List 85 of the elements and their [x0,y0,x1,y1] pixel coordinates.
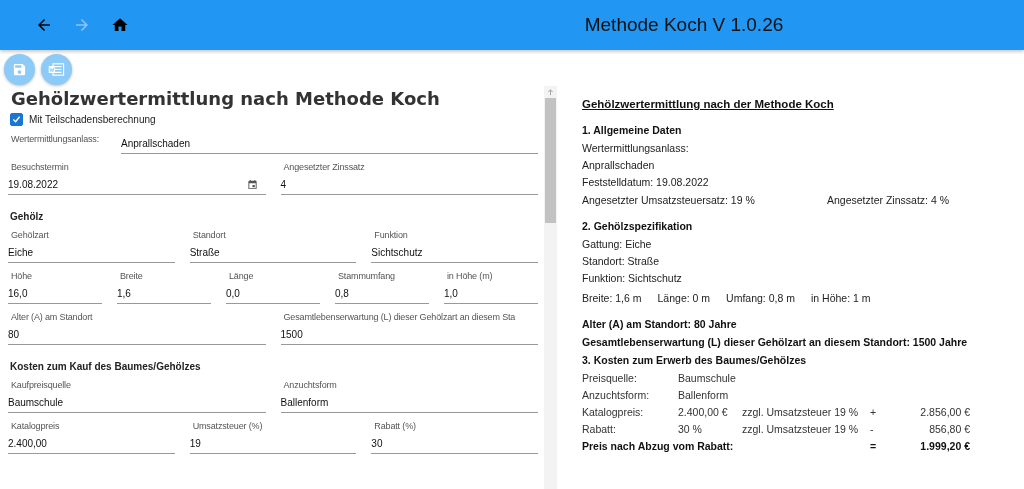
text-field[interactable]: 30 [371,434,538,454]
field-label: Umsatzsteuer (%) [192,421,263,431]
report-cell-text: 2.856,00 € [919,406,970,418]
report-cell-text: zzgl. Umsatzsteuer 19 % [742,423,860,435]
report-title: Gehölzwertermittlung nach der Methode Koch [582,98,835,110]
report-text: Alter (A) am Standort: 80 Jahre [582,318,738,330]
up-arrow-icon[interactable] [547,89,554,96]
field-label: Kaufpreisquelle [11,380,71,390]
field-label: Anzuchtsform [283,380,337,390]
calendar-icon[interactable] [246,179,258,190]
field-label: Stammumfang [338,271,395,281]
report-cell-text: Preis nach Abzug vom Rabatt: [582,440,735,452]
field-label: Breite [120,271,143,281]
field-label: Besuchstermin [11,162,69,172]
field-label: Katalogpreis [11,421,60,431]
report-text: Breite: 1,6 m [582,292,642,304]
report-cell-text: 30 % [678,423,703,435]
report-cell-text: Ballenform [678,389,730,401]
text-field[interactable]: Baumschule [8,393,266,413]
text-field[interactable]: 19 [189,434,357,454]
text-field[interactable]: 1500 [280,325,538,345]
field-label: Wertermittlungsanlass: [11,134,100,144]
report-cell-text: Anzuchtsform: [582,389,651,401]
text-field[interactable]: Eiche [8,243,175,263]
checkbox-label: Mit Teilschadensberechnung [29,114,156,125]
field-label: Alter (A) am Standort [11,312,93,322]
report-heading: 3. Kosten zum Erwerb des Baumes/Gehölzes [582,354,808,366]
export-button[interactable] [41,54,72,85]
report-text: Standort: Straße [582,255,661,267]
field-label: Rabatt (%) [374,421,416,431]
text-field[interactable]: 4 [280,175,538,195]
field-label: Standort [192,230,226,240]
field-label: Funktion [374,230,408,240]
text-field[interactable]: Straße [189,243,357,263]
report-text: Feststelldatum: 19.08.2022 [582,176,710,188]
report-text: in Höhe: 1 m [810,292,871,304]
report-cell-text: Preisquelle: [582,372,638,384]
text-field[interactable]: 1,0 [444,284,538,304]
report-text: Funktion: Sichtschutz [582,272,683,284]
checkbox[interactable] [10,113,23,126]
report-cell-text: Baumschule [678,372,737,384]
report-cell-text: 856,80 € [928,423,970,435]
report-text: Anprallschaden [582,159,656,171]
text-field[interactable]: 16,0 [8,284,102,304]
text-field[interactable]: 1,6 [117,284,211,304]
report-cell-text: 1.999,20 € [919,440,970,452]
document-icon [48,62,65,77]
scrollbar[interactable] [544,86,557,489]
field-label: Länge [229,271,254,281]
date-field[interactable]: 19.08.2022 [8,175,266,195]
field-label: Höhe [11,271,32,281]
report-cell-text: 2.400,00 € [678,406,729,418]
report-text: Gattung: Eiche [582,238,653,250]
save-button[interactable] [4,54,35,85]
report-cell-text: = [870,440,878,452]
section-heading: Kosten zum Kauf des Baumes/Gehölzes [10,361,201,372]
report-cell-text: zzgl. Umsatzsteuer 19 % [742,406,860,418]
field-label: Gehölzart [11,230,49,240]
report-text: Gesamtlebenserwartung (L) dieser Gehölzart an diesem Standort: 1500 Jahre [582,336,969,348]
field-label: in Höhe (m) [447,271,493,281]
form-title: Gehölzwertermittlung nach Methode Koch [11,88,441,109]
report-text: Umfang: 0,8 m [726,292,795,304]
report-cell-text: - [870,423,875,435]
report-cell-text: Katalogpreis: [582,406,645,418]
report-cell-text: + [870,406,878,418]
report-cell-text: Rabatt: [582,423,617,435]
home-icon [111,16,129,34]
text-field[interactable]: 2.400,00 [8,434,175,454]
app-title: Methode Koch V 1.0.26 [583,14,785,36]
forward-arrow-icon [73,16,91,34]
text-field[interactable]: 80 [8,325,266,345]
report-text: Wertermittlungsanlass: [582,142,690,154]
text-field[interactable]: 0,8 [335,284,429,304]
field-label: Angesetzter Zinssatz [283,162,365,172]
report-heading: 1. Allgemeine Daten [582,124,683,136]
section-heading: Gehölz [10,211,44,222]
field-label: Gesamtlebenserwartung (L) dieser Gehölzart an diesem Sta [283,312,516,322]
text-field[interactable]: Sichtschutz [371,243,538,263]
report-heading: 2. Gehölzspezifikation [582,220,694,232]
report-text: Angesetzter Umsatzsteuersatz: 19 % [582,194,756,206]
report-text: Länge: 0 m [657,292,711,304]
report-text: Angesetzter Zinssatz: 4 % [827,194,949,206]
text-field[interactable]: Anprallschaden [121,134,538,154]
text-field[interactable]: Ballenform [280,393,538,413]
text-field[interactable]: 0,0 [226,284,320,304]
